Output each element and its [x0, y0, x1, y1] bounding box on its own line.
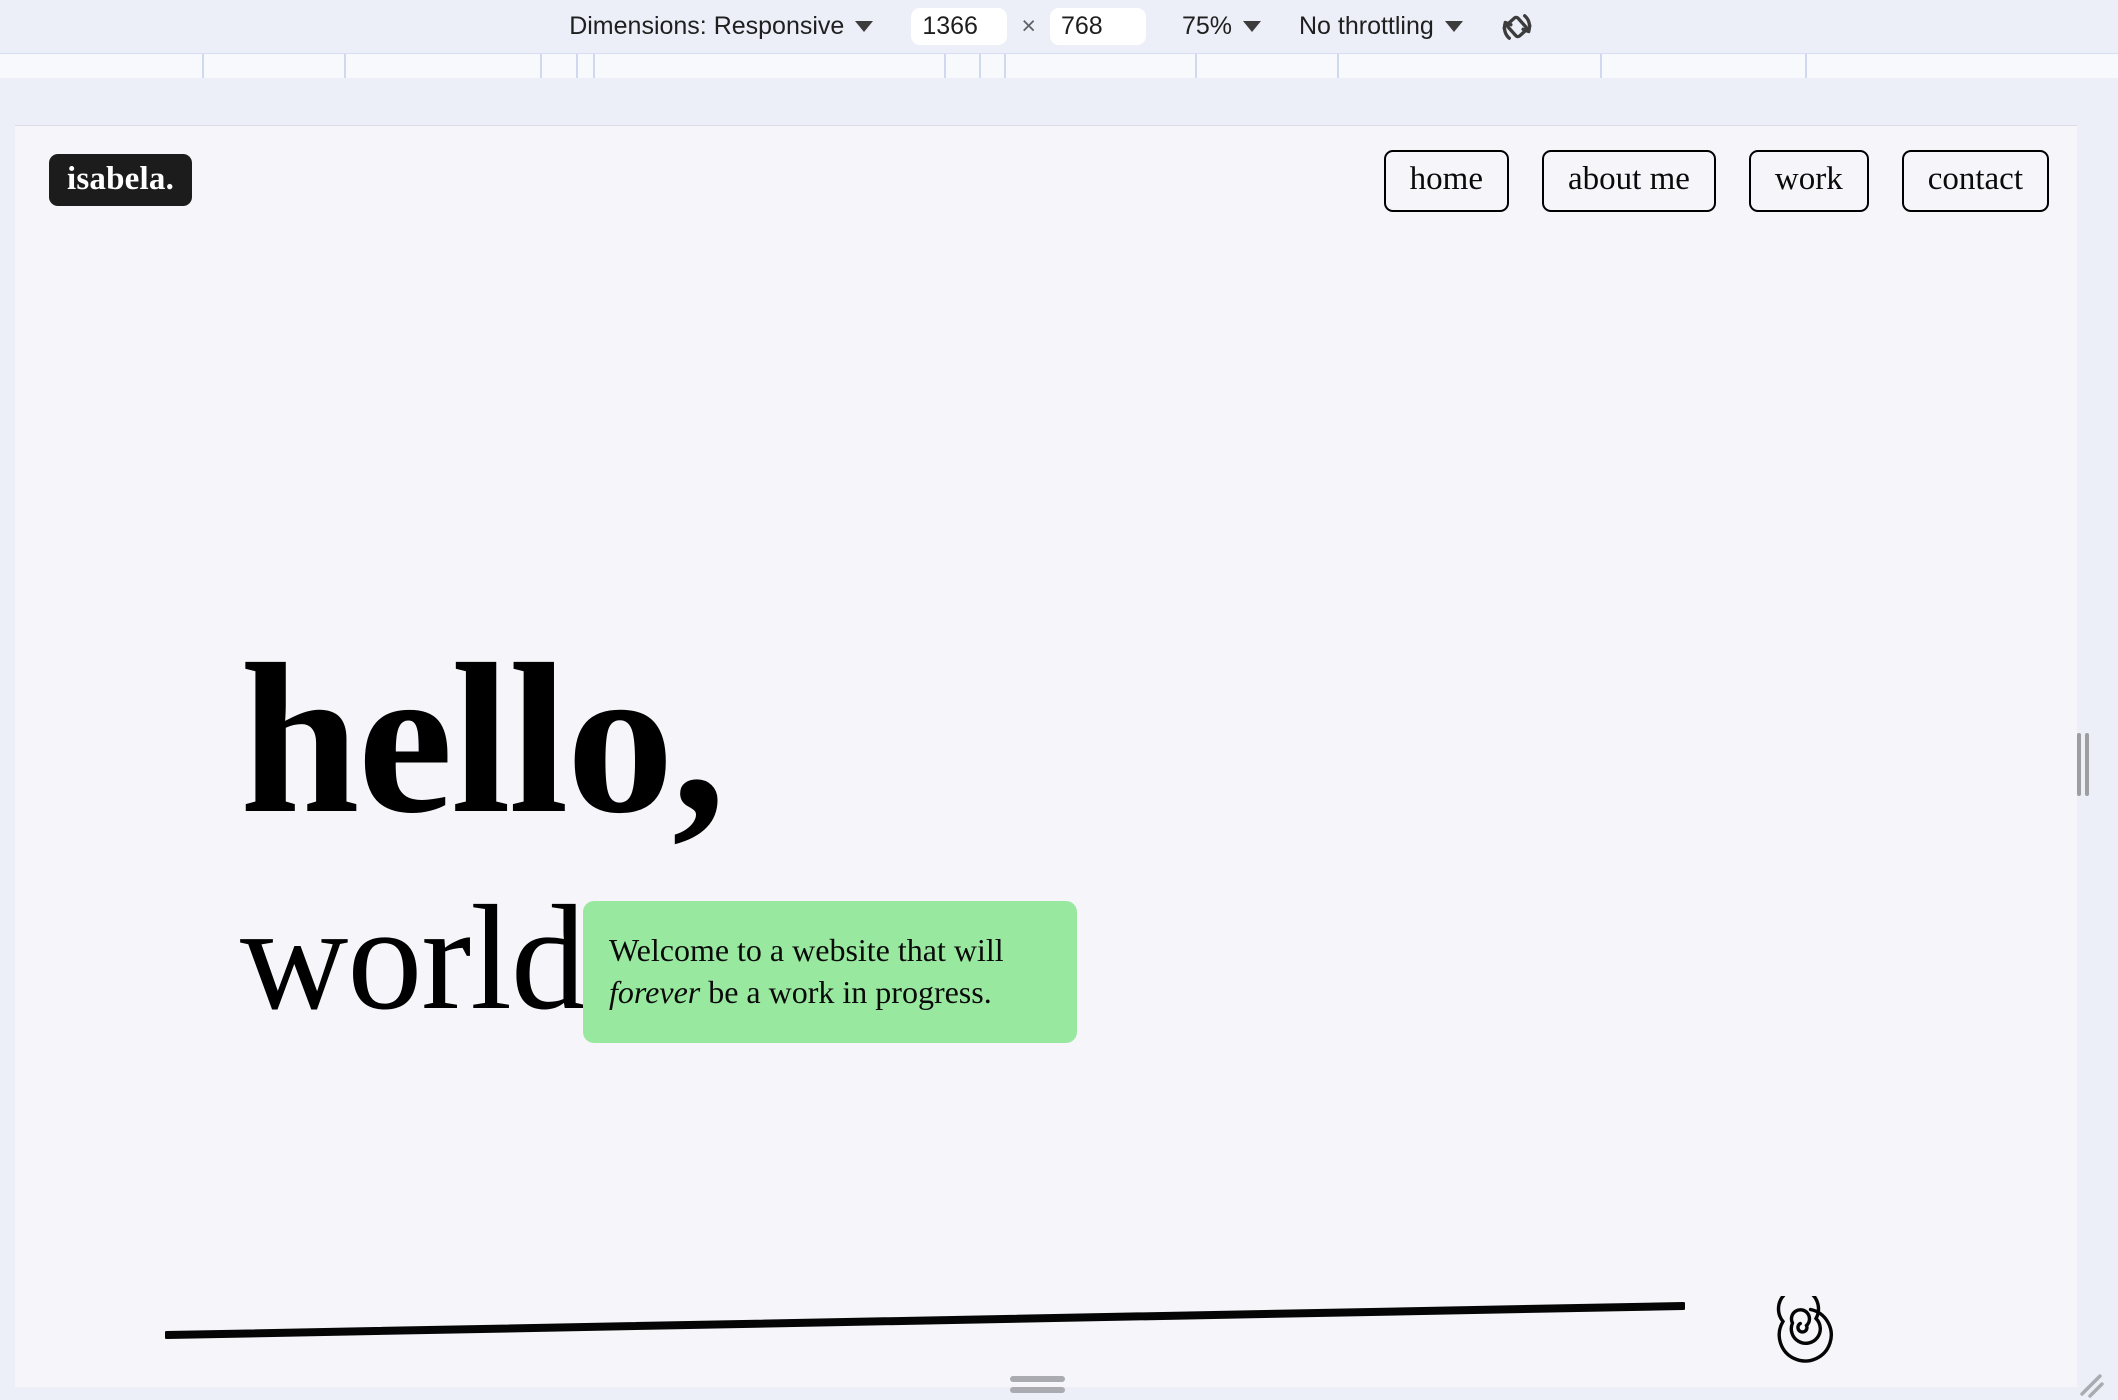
primary-navigation: home about me work contact: [1383, 150, 2049, 212]
device-stage: isabela. home about me work contact hell…: [0, 78, 2118, 1398]
page-viewport: isabela. home about me work contact hell…: [15, 125, 2077, 1387]
chevron-down-icon: [1242, 21, 1261, 32]
ruler-tick: [1004, 54, 1006, 79]
width-input[interactable]: [911, 8, 1008, 45]
site-logo[interactable]: isabela.: [49, 154, 193, 206]
viewport-ruler: [0, 53, 2118, 79]
callout-line-2-rest: be a work in progress.: [700, 973, 992, 1010]
callout-line-1: Welcome to a website that will: [609, 932, 1004, 968]
ruler-tick: [344, 54, 346, 79]
resize-handle-corner[interactable]: [2076, 1370, 2106, 1400]
handle-bar: [2077, 733, 2081, 796]
site-header: isabela. home about me work contact: [15, 126, 2077, 246]
height-input[interactable]: [1049, 8, 1146, 45]
device-toolbar: Dimensions: Responsive × 75% No throttli…: [0, 0, 2118, 53]
ruler-tick: [593, 54, 595, 79]
ruler-tick: [979, 54, 981, 79]
zoom-label: 75%: [1181, 12, 1232, 40]
hero-heading-line2: world.: [240, 875, 622, 1041]
nav-work[interactable]: work: [1748, 150, 1869, 212]
chevron-down-icon: [1444, 21, 1463, 32]
callout-emphasis: forever: [609, 973, 701, 1010]
resize-handle-right[interactable]: [2077, 733, 2089, 796]
callout-line-2: forever be a work in progress.: [609, 972, 1051, 1014]
handle-bar: [1010, 1387, 1065, 1393]
ruler-tick: [576, 54, 578, 79]
ruler-tick: [540, 54, 542, 79]
hand-drawn-underline: [165, 1302, 1685, 1339]
hero-callout-box: Welcome to a website that will forever b…: [583, 901, 1077, 1044]
ruler-tick: [1337, 54, 1339, 79]
handle-bar: [2085, 733, 2089, 796]
nav-home[interactable]: home: [1383, 150, 1509, 212]
ruler-tick: [944, 54, 946, 79]
dimensions-dropdown[interactable]: Dimensions: Responsive: [559, 7, 883, 47]
resize-handle-bottom[interactable]: [1010, 1376, 1065, 1396]
zoom-dropdown[interactable]: 75%: [1172, 7, 1271, 47]
throttling-label: No throttling: [1298, 12, 1434, 40]
ruler-tick: [1195, 54, 1197, 79]
chevron-down-icon: [855, 21, 874, 32]
ruler-tick: [1600, 54, 1602, 79]
spiral-icon: [1776, 1296, 1833, 1363]
ruler-tick: [202, 54, 204, 79]
throttling-dropdown[interactable]: No throttling: [1289, 7, 1473, 47]
hero-heading-line1: hello,: [240, 619, 726, 858]
handle-bar: [1010, 1376, 1065, 1382]
ruler-tick: [1805, 54, 1807, 79]
dimensions-label: Dimensions: Responsive: [569, 12, 845, 40]
times-symbol: ×: [1021, 12, 1036, 40]
rotate-device-icon[interactable]: [1495, 5, 1539, 49]
nav-about-me[interactable]: about me: [1542, 150, 1716, 212]
nav-contact[interactable]: contact: [1901, 150, 2049, 212]
